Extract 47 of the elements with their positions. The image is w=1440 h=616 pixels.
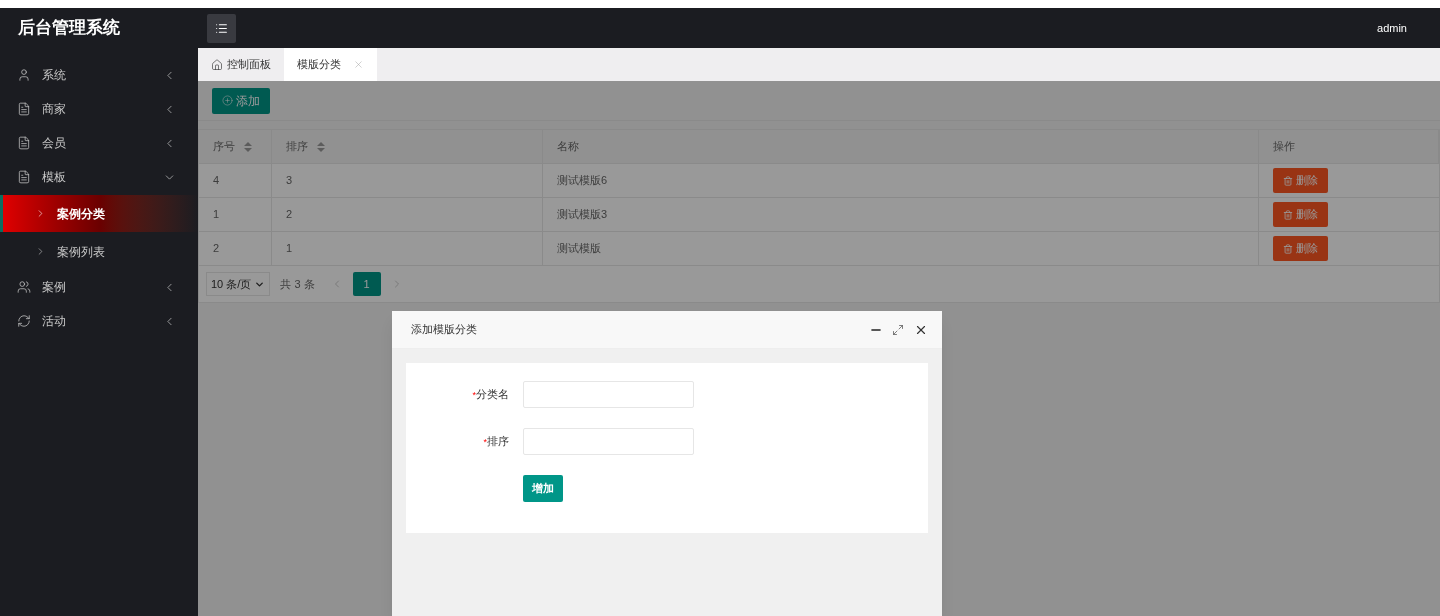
- app-title: 后台管理系统: [18, 17, 120, 40]
- menu-icon: [215, 21, 228, 35]
- column-header: 操作: [1273, 139, 1295, 155]
- table-cell-text: 测试模版3: [557, 207, 608, 223]
- column-header[interactable]: 排序: [286, 138, 308, 155]
- table-cell-text: 3: [286, 173, 293, 189]
- sort-icon[interactable]: [317, 141, 325, 152]
- plus-icon: [222, 95, 233, 106]
- input-field[interactable]: [523, 381, 694, 408]
- page-size-select[interactable]: 10 条/页: [206, 272, 271, 296]
- table-cell-text: 1: [213, 207, 220, 223]
- total-count: 共 3 条: [280, 276, 315, 292]
- sidebar-item[interactable]: 会员: [0, 126, 198, 160]
- sidebar-item[interactable]: 系统: [0, 58, 198, 92]
- person-icon: [17, 68, 31, 82]
- column-header[interactable]: 序号: [213, 138, 235, 155]
- document-icon: [17, 102, 31, 116]
- column-header: 名称: [557, 139, 579, 155]
- table-cell-text: 4: [213, 173, 220, 189]
- sort-icon[interactable]: [244, 141, 252, 152]
- field-label: *排序: [483, 435, 509, 448]
- sidebar-item[interactable]: 商家: [0, 92, 198, 126]
- sidebar-item[interactable]: 案例: [0, 270, 198, 304]
- input-field[interactable]: [523, 428, 694, 455]
- table-cell-text: 测试模版: [557, 241, 601, 257]
- sidebar-item[interactable]: 模板: [0, 160, 198, 194]
- dialog-title: 添加模版分类: [411, 322, 478, 338]
- menu-button[interactable]: [207, 13, 236, 43]
- table-cell-text: 1: [286, 241, 293, 257]
- document-icon: [17, 136, 31, 150]
- table-cell-text: 2: [213, 241, 220, 257]
- cycle-icon: [17, 314, 31, 328]
- trash-icon: [1283, 243, 1293, 254]
- trash-icon: [1283, 209, 1293, 220]
- home-icon: [211, 58, 223, 71]
- table-cell-text: 测试模版6: [557, 173, 608, 189]
- document-icon: [17, 170, 31, 184]
- maximize-icon[interactable]: [892, 323, 904, 336]
- user-name[interactable]: admin: [1377, 19, 1407, 37]
- page-tab[interactable]: 模版分类: [284, 48, 377, 81]
- field-label: *分类名: [472, 388, 509, 401]
- table-cell-text: 2: [286, 207, 293, 223]
- sidebar-subitem[interactable]: 案例列表: [0, 233, 198, 270]
- submit-button[interactable]: 增加: [523, 475, 563, 502]
- trash-icon: [1283, 175, 1293, 186]
- sidebar-item[interactable]: 活动: [0, 304, 198, 338]
- people-icon: [17, 280, 31, 294]
